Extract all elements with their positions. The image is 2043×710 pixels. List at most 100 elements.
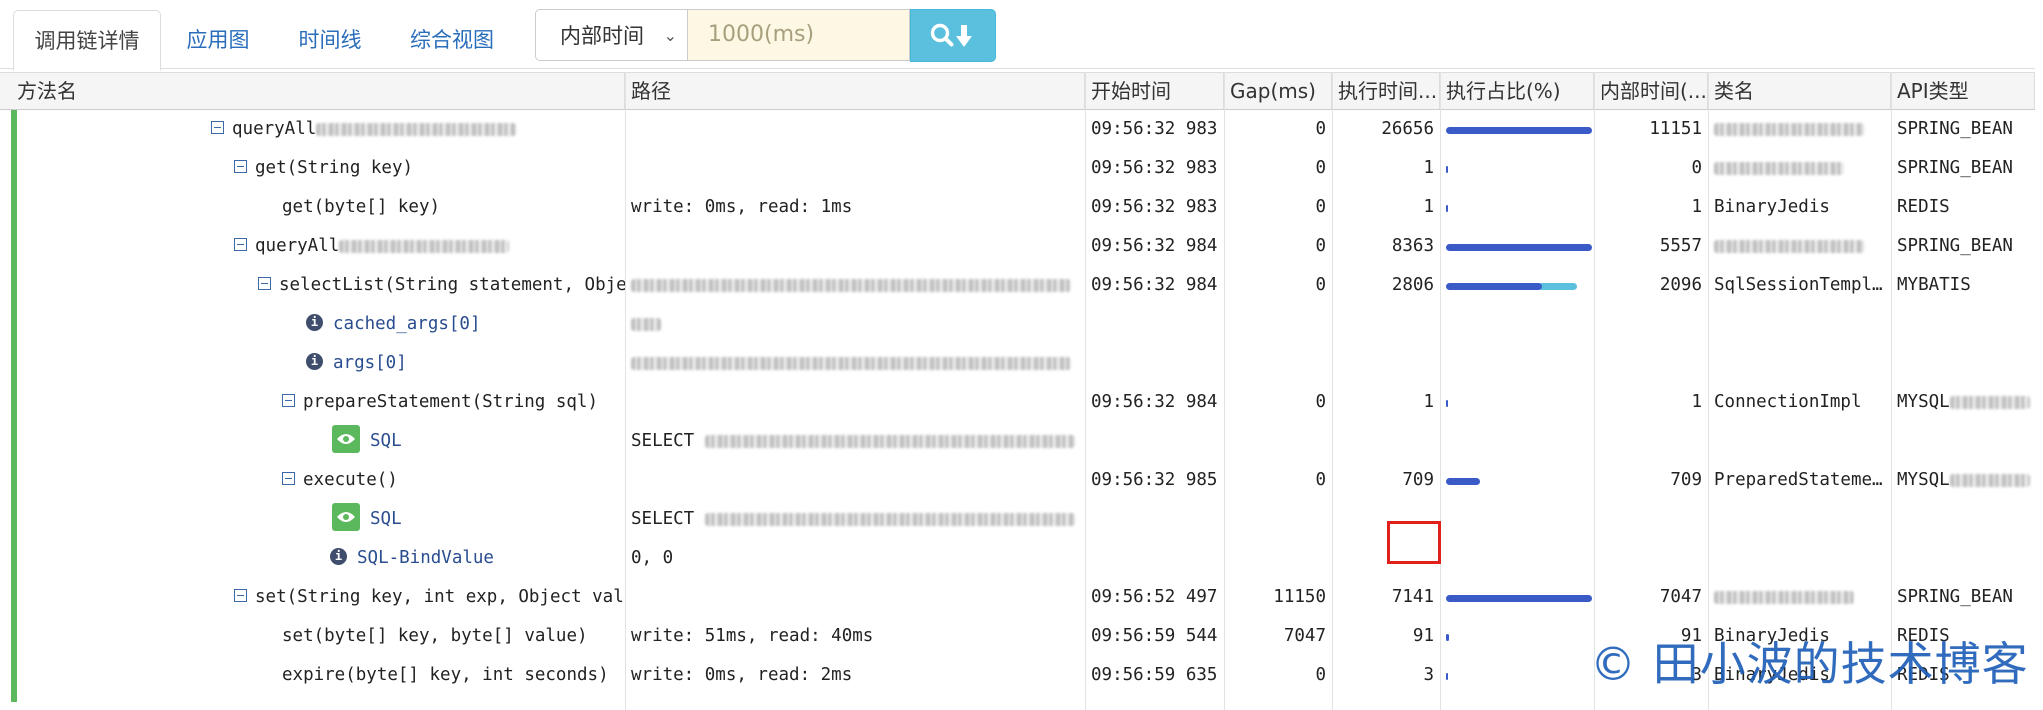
method-cell: i SQL-BindValue [324, 539, 625, 578]
path-cell: write: 0ms, read: 2ms [631, 665, 853, 685]
col-start-time[interactable]: 开始时间 [1085, 73, 1224, 109]
tab-overview[interactable]: 综合视图 [392, 10, 512, 68]
collapse-icon[interactable] [234, 588, 247, 602]
inner-time-cell: 0 [1691, 158, 1702, 178]
eye-icon[interactable] [332, 503, 360, 531]
api-type-cell: SPRING_BEAN [1897, 236, 2013, 256]
collapse-icon[interactable] [234, 237, 247, 251]
col-exec-time[interactable]: 执行时间... [1332, 73, 1440, 109]
exec-time-cell: 3 [1423, 665, 1434, 685]
redacted-text [1949, 473, 2030, 487]
collapse-icon[interactable] [211, 120, 224, 134]
time-type-select[interactable]: 内部时间 ⌄ [535, 9, 688, 61]
exec-time-cell: 1 [1423, 392, 1434, 412]
table-row[interactable]: SQL SELECT [0, 500, 2035, 539]
exec-ratio-bar [1444, 149, 1592, 188]
gap-cell: 0 [1315, 158, 1326, 178]
time-type-value: 内部时间 [560, 24, 644, 48]
collapse-icon[interactable] [282, 471, 295, 485]
collapse-icon[interactable] [234, 159, 247, 173]
gap-cell: 0 [1315, 236, 1326, 256]
ratio-bar-fill [1446, 400, 1448, 407]
start-time-cell: 09:56:32 983 [1091, 197, 1218, 217]
exec-time-cell: 2806 [1391, 275, 1434, 295]
highlight-box [1387, 521, 1441, 564]
tab-timeline[interactable]: 时间线 [280, 10, 380, 68]
ratio-bar-fill [1446, 283, 1542, 290]
method-cell: SQL [326, 500, 625, 539]
exec-time-cell: 7141 [1391, 587, 1434, 607]
class-cell: SqlSessionTempl… [1714, 275, 1883, 295]
redacted-text [631, 317, 661, 331]
method-cell: get(byte[] key) [282, 197, 441, 217]
ratio-bar-fill [1446, 634, 1449, 641]
table-row[interactable]: get(String key) 09:56:32 983 0 1 0 SPRIN… [0, 149, 2035, 188]
collapse-icon[interactable] [258, 276, 271, 290]
col-path[interactable]: 路径 [625, 73, 1085, 109]
col-api-type[interactable]: API类型 [1891, 73, 2035, 109]
ratio-bar-fill [1446, 127, 1592, 134]
method-cell: expire(byte[] key, int seconds) [282, 665, 609, 685]
table-row[interactable]: get(byte[] key) write: 0ms, read: 1ms 09… [0, 188, 2035, 227]
table-row[interactable]: queryAll 09:56:32 984 0 8363 5557 SPRING… [0, 227, 2035, 266]
gap-cell: 0 [1315, 470, 1326, 490]
class-cell: PreparedStateme… [1714, 470, 1883, 490]
method-cell: i args[0] [300, 344, 625, 383]
tab-trace-detail[interactable]: 调用链详情 [13, 10, 161, 71]
col-exec-ratio[interactable]: 执行占比(%) [1440, 73, 1594, 109]
exec-time-cell: 709 [1402, 470, 1434, 490]
ratio-bar-fill [1446, 244, 1592, 251]
ratio-bar-secondary [1538, 283, 1577, 290]
ratio-bar-fill [1446, 478, 1480, 485]
api-type-cell: SPRING_BEAN [1897, 587, 2013, 607]
eye-icon[interactable] [332, 425, 360, 453]
start-time-cell: 09:56:59 544 [1091, 626, 1218, 646]
table-row[interactable]: i SQL-BindValue 0, 0 [0, 539, 2035, 578]
exec-time-cell: 8363 [1391, 236, 1434, 256]
api-type-cell: SPRING_BEAN [1897, 158, 2013, 178]
ratio-bar-fill [1446, 595, 1592, 602]
redacted-text [1714, 122, 1864, 136]
tab-bar: 调用链详情 应用图 时间线 综合视图 内部时间 ⌄ 1000(ms) [0, 0, 2043, 71]
class-cell [1708, 149, 1891, 188]
col-gap[interactable]: Gap(ms) [1224, 73, 1332, 109]
start-time-cell: 09:56:32 983 [1091, 119, 1218, 139]
method-cell: set(String key, int exp, Object valu [228, 578, 625, 617]
api-type-cell: SPRING_BEAN [1897, 119, 2013, 139]
path-cell [625, 305, 1085, 344]
table-row[interactable]: i args[0] [0, 344, 2035, 383]
table-row[interactable]: prepareStatement(String sql) 09:56:32 98… [0, 383, 2035, 422]
path-cell: write: 0ms, read: 1ms [631, 197, 853, 217]
chevron-down-icon: ⌄ [663, 26, 677, 45]
exec-time-cell: 1 [1423, 197, 1434, 217]
start-time-cell: 09:56:32 985 [1091, 470, 1218, 490]
path-cell: write: 51ms, read: 40ms [631, 626, 874, 646]
table-row[interactable]: selectList(String statement, Objec 09:56… [0, 266, 2035, 305]
col-inner-time[interactable]: 内部时间(... [1594, 73, 1708, 109]
redacted-text [704, 512, 1075, 526]
table-row[interactable]: SQL SELECT [0, 422, 2035, 461]
table-row[interactable]: queryAll 09:56:32 983 0 26656 11151 SPRI… [0, 110, 2035, 149]
table-row[interactable]: execute() 09:56:32 985 0 709 709 Prepare… [0, 461, 2035, 500]
inner-time-cell: 1 [1691, 392, 1702, 412]
redacted-text [631, 278, 1071, 292]
threshold-input[interactable]: 1000(ms) [688, 9, 910, 61]
class-cell [1708, 578, 1891, 617]
exec-ratio-bar [1444, 383, 1592, 422]
gap-cell: 7047 [1283, 626, 1326, 646]
class-cell [1708, 110, 1891, 149]
exec-ratio-bar [1444, 188, 1592, 227]
exec-ratio-bar [1444, 266, 1592, 305]
api-type-cell: MYBATIS [1897, 275, 1971, 295]
collapse-icon[interactable] [282, 393, 295, 407]
table-row[interactable]: set(String key, int exp, Object valu 09:… [0, 578, 2035, 617]
table-row[interactable]: i cached_args[0] [0, 305, 2035, 344]
col-method[interactable]: 方法名 [11, 73, 625, 109]
inner-time-cell: 2096 [1659, 275, 1702, 295]
path-cell: SELECT [625, 500, 1085, 539]
col-class[interactable]: 类名 [1708, 73, 1891, 109]
tab-app-graph[interactable]: 应用图 [168, 10, 268, 68]
path-cell: 0, 0 [631, 548, 674, 568]
inner-time-cell: 11151 [1649, 119, 1702, 139]
search-download-button[interactable] [910, 9, 996, 62]
